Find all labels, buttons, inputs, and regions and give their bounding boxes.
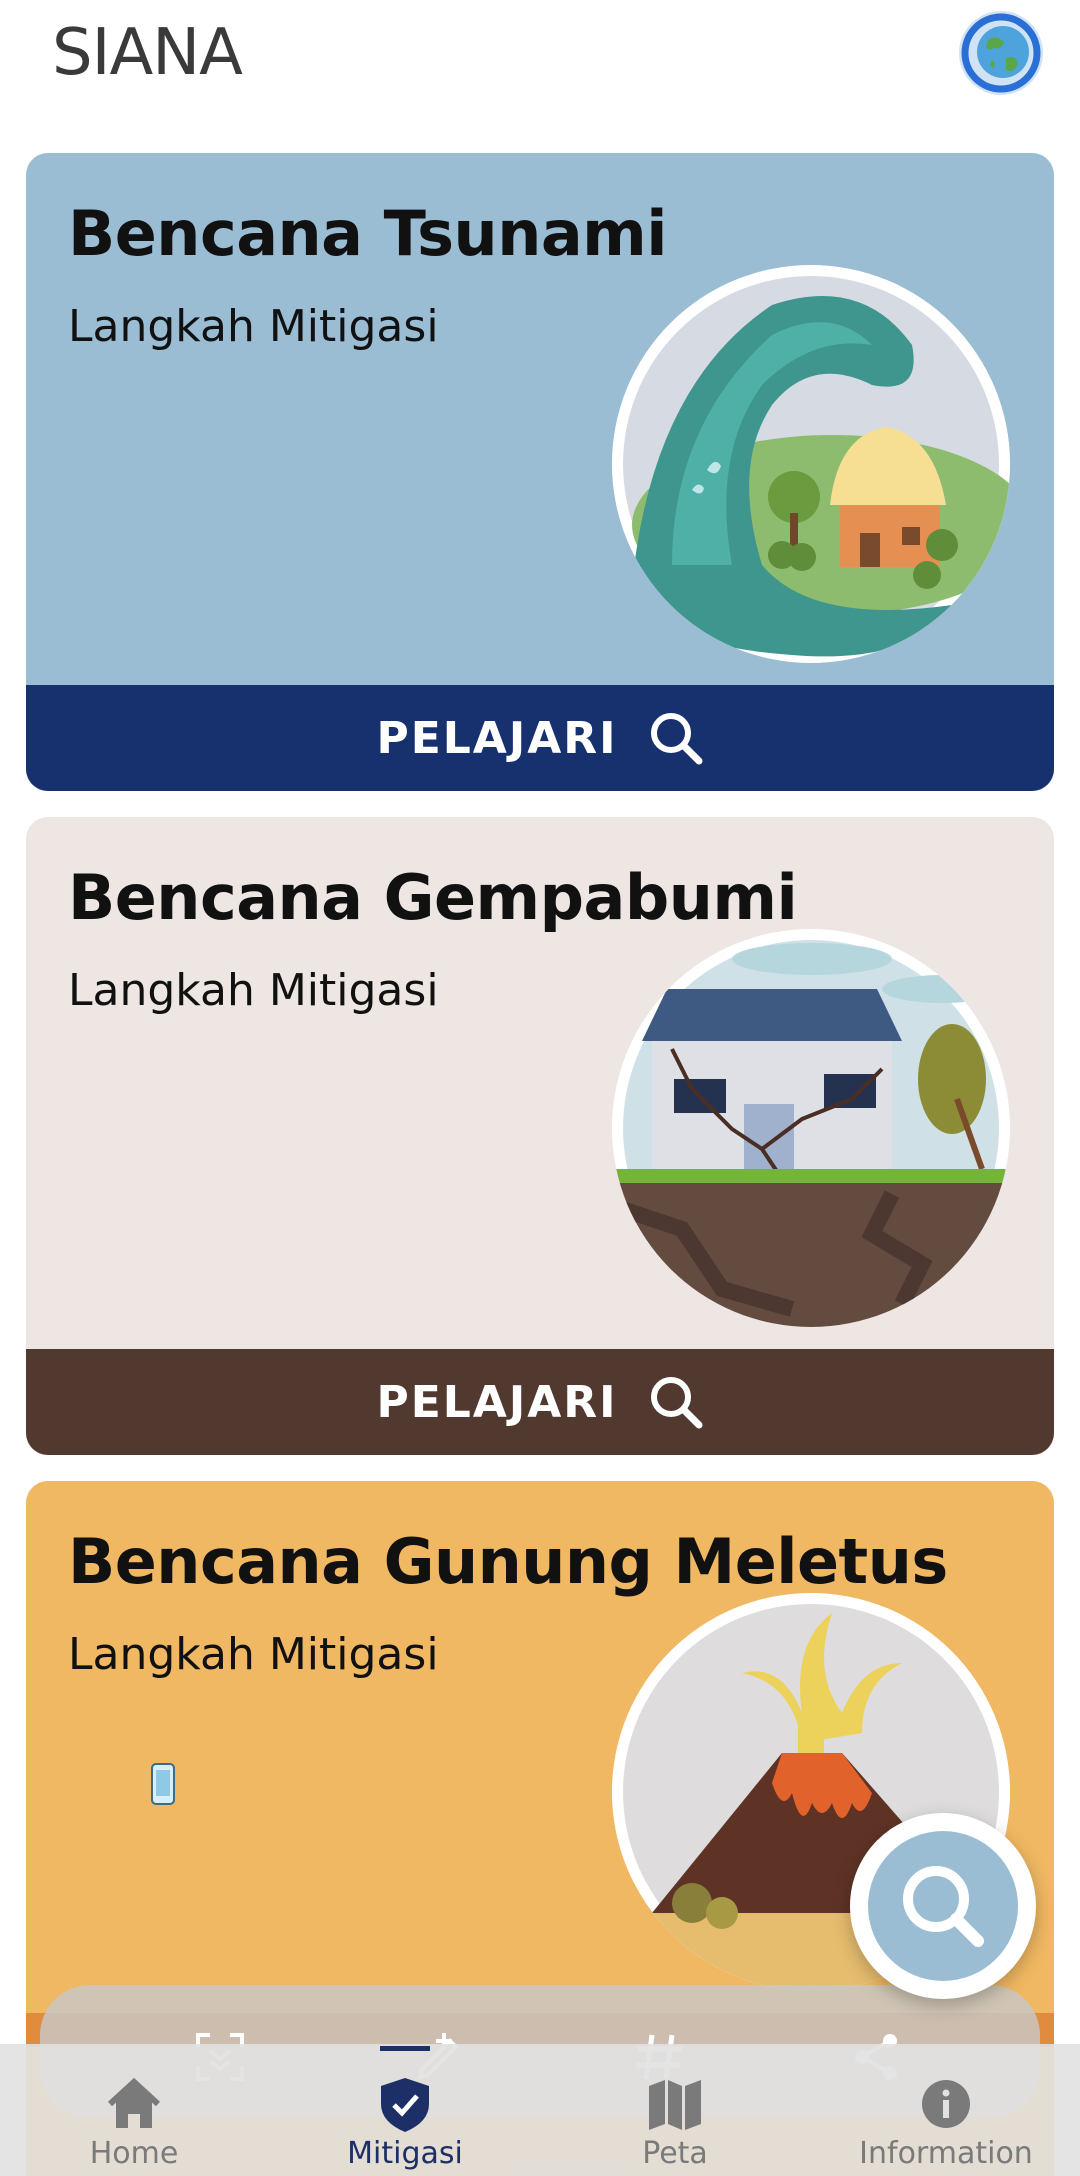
card-title: Bencana Gempabumi	[68, 861, 798, 934]
earthquake-illustration	[612, 929, 1010, 1327]
shield-check-icon	[381, 2078, 429, 2132]
learn-button[interactable]: PELAJARI	[26, 1349, 1054, 1455]
card-tsunami[interactable]: Bencana Tsunami Langkah Mitigasi PELAJAR…	[26, 153, 1054, 791]
nav-item-mitigasi[interactable]: Mitigasi	[295, 2076, 515, 2176]
active-tab-indicator	[380, 2046, 430, 2051]
learn-button-label: PELAJARI	[376, 712, 618, 764]
map-icon	[649, 2080, 701, 2130]
nav-item-peta[interactable]: Peta	[565, 2076, 785, 2176]
card-subtitle: Langkah Mitigasi	[68, 301, 439, 352]
phone-icon	[151, 1763, 175, 1805]
app-screen: SIANA Bencana Tsunami Langkah Mitigasi P…	[0, 0, 1080, 2176]
search-icon	[650, 713, 703, 765]
card-gempabumi[interactable]: Bencana Gempabumi Langkah Mitigasi PELAJ…	[26, 817, 1054, 1455]
app-title: SIANA	[52, 16, 243, 90]
learn-button[interactable]: PELAJARI	[26, 685, 1054, 791]
card-title: Bencana Gunung Meletus	[68, 1525, 948, 1598]
nav-label: Information	[859, 2136, 1033, 2171]
nav-item-home[interactable]: Home	[24, 2076, 244, 2176]
fab-inner	[868, 1831, 1018, 1981]
tsunami-illustration	[612, 265, 1010, 663]
nav-label: Peta	[642, 2136, 708, 2171]
home-icon	[107, 2077, 161, 2128]
top-bar: SIANA	[0, 0, 1080, 130]
nav-label: Home	[89, 2136, 179, 2171]
globe-icon[interactable]	[956, 8, 1046, 98]
card-subtitle: Langkah Mitigasi	[68, 1629, 439, 1680]
card-title: Bencana Tsunami	[68, 197, 668, 270]
nav-item-information[interactable]: Information	[836, 2076, 1056, 2176]
search-icon	[903, 1866, 984, 1947]
nav-label: Mitigasi	[347, 2136, 463, 2171]
info-icon	[922, 2080, 970, 2128]
card-subtitle: Langkah Mitigasi	[68, 965, 439, 1016]
search-icon	[650, 1377, 703, 1429]
learn-button-label: PELAJARI	[376, 1376, 618, 1428]
search-fab[interactable]	[850, 1813, 1036, 1999]
